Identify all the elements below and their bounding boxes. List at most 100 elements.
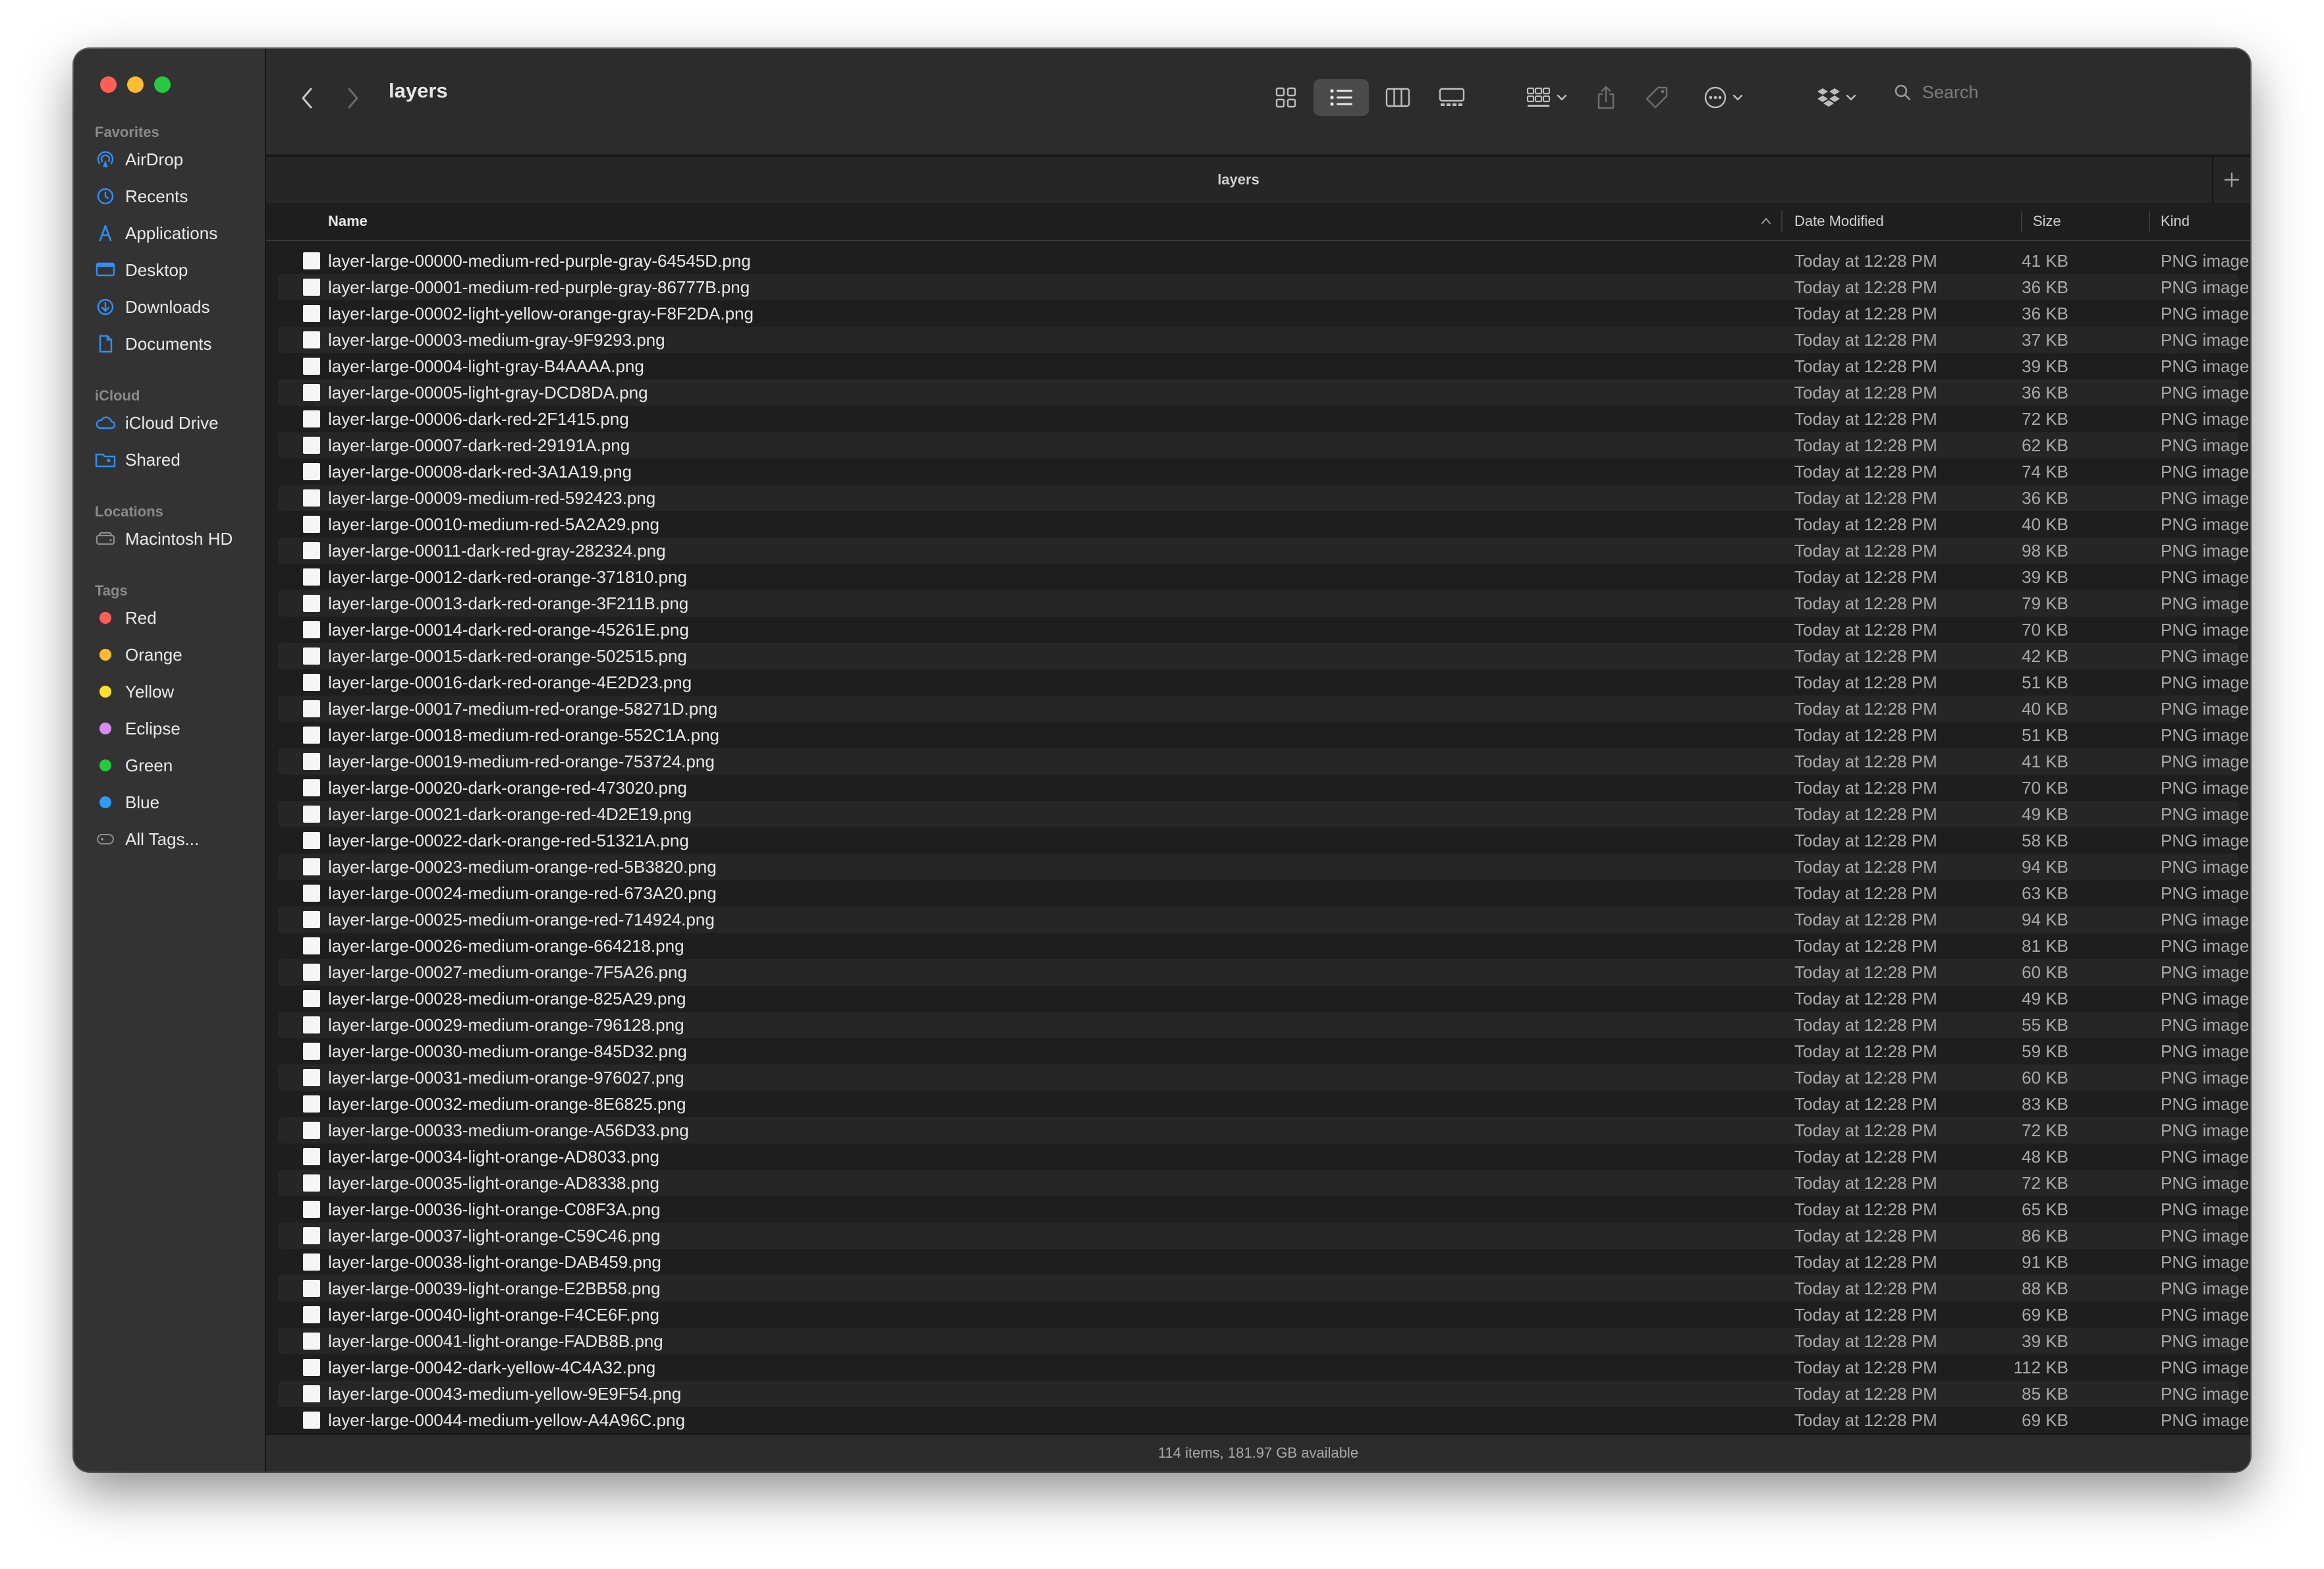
file-size: 60 KB [2022, 1068, 2068, 1087]
file-row[interactable]: layer-large-00004-light-gray-B4AAAA.png T… [278, 353, 2249, 379]
png-file-icon [303, 1095, 320, 1113]
file-row[interactable]: layer-large-00008-dark-red-3A1A19.png Tod… [278, 458, 2249, 485]
file-row[interactable]: layer-large-00007-dark-red-29191A.png Tod… [278, 432, 2249, 458]
column-divider[interactable] [2149, 211, 2150, 232]
group-by-button[interactable] [1519, 79, 1574, 116]
file-row[interactable]: layer-large-00025-medium-orange-red-7149… [278, 906, 2249, 933]
sidebar-item-downloads[interactable]: Downloads [95, 294, 210, 320]
file-row[interactable]: layer-large-00044-medium-yellow-A4A96C.p… [278, 1407, 2249, 1433]
file-row[interactable]: layer-large-00023-medium-orange-red-5B38… [278, 854, 2249, 880]
file-row[interactable]: layer-large-00024-medium-orange-red-673A… [278, 880, 2249, 906]
share-button[interactable] [1588, 79, 1624, 116]
file-row[interactable]: layer-large-00042-dark-yellow-4C4A32.png… [278, 1354, 2249, 1381]
more-actions-button[interactable] [1696, 79, 1751, 116]
file-row[interactable]: layer-large-00019-medium-red-orange-7537… [278, 748, 2249, 775]
file-row[interactable]: layer-large-00000-medium-red-purple-gray… [278, 248, 2249, 274]
file-row[interactable]: layer-large-00001-medium-red-purple-gray… [278, 274, 2249, 300]
tab-layers[interactable]: layers [266, 157, 2211, 203]
sidebar-item-documents[interactable]: Documents [95, 331, 212, 357]
gallery-view-button[interactable] [1431, 79, 1473, 116]
dropbox-button[interactable] [1810, 79, 1863, 116]
file-size: 59 KB [2022, 1041, 2068, 1061]
sidebar-item-desktop[interactable]: Desktop [95, 257, 188, 283]
file-row[interactable]: layer-large-00043-medium-yellow-9E9F54.p… [278, 1381, 2249, 1407]
file-row[interactable]: layer-large-00009-medium-red-592423.png T… [278, 485, 2249, 511]
column-divider[interactable] [1781, 211, 1783, 232]
chevron-right-icon [348, 88, 358, 109]
list-view-button[interactable] [1314, 79, 1369, 116]
file-row[interactable]: layer-large-00014-dark-red-orange-45261E… [278, 617, 2249, 643]
file-row[interactable]: layer-large-00031-medium-orange-976027.p… [278, 1064, 2249, 1091]
search-input[interactable] [1921, 81, 2250, 103]
file-row[interactable]: layer-large-00005-light-gray-DCD8DA.png T… [278, 379, 2249, 406]
sidebar-item-icloud-drive[interactable]: iCloud Drive [95, 410, 219, 436]
column-view-button[interactable] [1377, 79, 1419, 116]
back-button[interactable] [294, 82, 320, 115]
file-row[interactable]: layer-large-00012-dark-red-orange-371810… [278, 564, 2249, 590]
file-row[interactable]: layer-large-00020-dark-orange-red-473020… [278, 775, 2249, 801]
new-tab-button[interactable] [2212, 157, 2250, 203]
file-row[interactable]: layer-large-00021-dark-orange-red-4D2E19… [278, 801, 2249, 827]
file-name: layer-large-00018-medium-red-orange-552C… [328, 725, 719, 745]
file-row[interactable]: layer-large-00002-light-yellow-orange-gr… [278, 300, 2249, 327]
file-row[interactable]: layer-large-00037-light-orange-C59C46.pn… [278, 1223, 2249, 1249]
sidebar-item-tag-red[interactable]: Red [95, 605, 157, 631]
file-row[interactable]: layer-large-00032-medium-orange-8E6825.p… [278, 1091, 2249, 1117]
sidebar-item-tag-green[interactable]: Green [95, 752, 173, 779]
sidebar-item-tag-yellow[interactable]: Yellow [95, 678, 174, 705]
file-row[interactable]: layer-large-00015-dark-red-orange-502515… [278, 643, 2249, 669]
file-row[interactable]: layer-large-00017-medium-red-orange-5827… [278, 696, 2249, 722]
file-row[interactable]: layer-large-00035-light-orange-AD8338.pn… [278, 1170, 2249, 1196]
sort-ascending-icon[interactable] [1760, 216, 1772, 225]
search-field[interactable] [1881, 66, 2250, 119]
file-row[interactable]: layer-large-00027-medium-orange-7F5A26.p… [278, 959, 2249, 985]
file-row[interactable]: layer-large-00022-dark-orange-red-51321A… [278, 827, 2249, 854]
file-row[interactable]: layer-large-00010-medium-red-5A2A29.png T… [278, 511, 2249, 537]
file-kind: PNG image [2161, 1199, 2250, 1219]
file-row[interactable]: layer-large-00013-dark-red-orange-3F211B… [278, 590, 2249, 617]
file-row[interactable]: layer-large-00033-medium-orange-A56D33.p… [278, 1117, 2249, 1143]
file-row[interactable]: layer-large-00039-light-orange-E2BB58.pn… [278, 1275, 2249, 1302]
file-row[interactable]: layer-large-00029-medium-orange-796128.p… [278, 1012, 2249, 1038]
sidebar-item-macintosh-hd[interactable]: Macintosh HD [95, 526, 233, 552]
file-row[interactable]: layer-large-00038-light-orange-DAB459.pn… [278, 1249, 2249, 1275]
icon-view-button[interactable] [1265, 79, 1307, 116]
file-row[interactable]: layer-large-00003-medium-gray-9F9293.png… [278, 327, 2249, 353]
file-row[interactable]: layer-large-00011-dark-red-gray-282324.p… [278, 537, 2249, 564]
file-row[interactable]: layer-large-00006-dark-red-2F1415.png Tod… [278, 406, 2249, 432]
toolbar: layers [266, 49, 2250, 154]
sidebar-item-shared[interactable]: Shared [95, 447, 180, 473]
column-date-header[interactable]: Date Modified [1794, 203, 1884, 240]
minimize-window-button[interactable] [127, 76, 144, 93]
file-row[interactable]: layer-large-00026-medium-orange-664218.p… [278, 933, 2249, 959]
file-row[interactable]: layer-large-00040-light-orange-F4CE6F.pn… [278, 1302, 2249, 1328]
column-size-header[interactable]: Size [2033, 203, 2061, 240]
png-file-icon [303, 1280, 320, 1297]
column-name-header[interactable]: Name [328, 203, 368, 240]
sidebar-item-tag-blue[interactable]: Blue [95, 789, 159, 815]
sidebar-item-tag-orange[interactable]: Orange [95, 642, 182, 668]
column-kind-header[interactable]: Kind [2161, 203, 2190, 240]
png-file-icon [303, 1227, 320, 1244]
sidebar-item-applications[interactable]: Applications [95, 220, 217, 246]
sidebar-item-tag-eclipse[interactable]: Eclipse [95, 715, 180, 742]
file-size: 48 KB [2022, 1147, 2068, 1167]
tag-button[interactable] [1639, 79, 1676, 116]
close-window-button[interactable] [100, 76, 117, 93]
sidebar-item-recents[interactable]: Recents [95, 183, 188, 209]
column-divider[interactable] [2021, 211, 2022, 232]
file-row[interactable]: layer-large-00018-medium-red-orange-552C… [278, 722, 2249, 748]
file-row[interactable]: layer-large-00030-medium-orange-845D32.p… [278, 1038, 2249, 1064]
file-row[interactable]: layer-large-00041-light-orange-FADB8B.pn… [278, 1328, 2249, 1354]
file-row[interactable]: layer-large-00016-dark-red-orange-4E2D23… [278, 669, 2249, 696]
file-kind: PNG image [2161, 488, 2250, 508]
forward-button[interactable] [340, 82, 366, 115]
file-row[interactable]: layer-large-00028-medium-orange-825A29.p… [278, 985, 2249, 1012]
sidebar-item-airdrop[interactable]: AirDrop [95, 146, 183, 173]
sidebar-item-all-tags[interactable]: All Tags... [95, 826, 199, 852]
file-row[interactable]: layer-large-00036-light-orange-C08F3A.pn… [278, 1196, 2249, 1223]
file-row[interactable]: layer-large-00034-light-orange-AD8033.pn… [278, 1143, 2249, 1170]
zoom-window-button[interactable] [154, 76, 171, 93]
file-name: layer-large-00012-dark-red-orange-371810… [328, 567, 687, 587]
png-file-icon [303, 1359, 320, 1376]
